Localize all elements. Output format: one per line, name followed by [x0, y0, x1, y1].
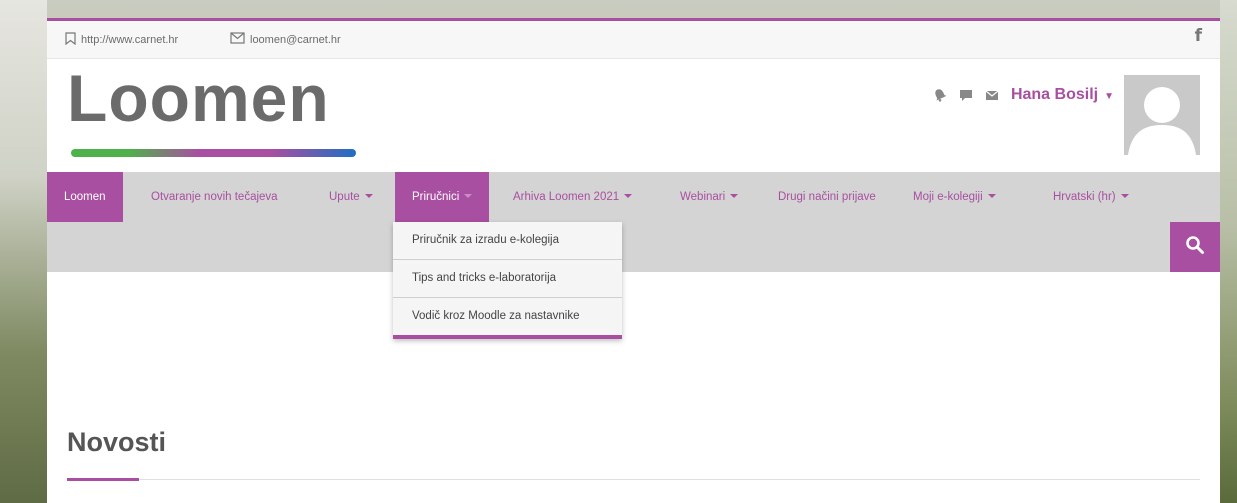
site-link[interactable]: http://www.carnet.hr [65, 32, 178, 48]
nav-item-label: Webinari [680, 191, 726, 203]
page-container: http://www.carnet.hr loomen@carnet.hr f … [47, 18, 1220, 503]
section-divider-accent [67, 478, 139, 481]
nav-item-loomen[interactable]: Loomen [47, 172, 123, 222]
nav-item-label: Priručnici [412, 191, 460, 203]
nav-item-prirucnici[interactable]: Priručnici [395, 172, 490, 222]
main-nav: Loomen Otvaranje novih tečajeva Upute Pr… [47, 172, 1220, 222]
nav-item-label: Moji e-kolegiji [913, 191, 983, 203]
background-right [1220, 0, 1237, 503]
nav-item-label: Upute [329, 191, 360, 203]
user-area: Hana Bosilj ▼ [933, 75, 1200, 157]
nav-item-label: Drugi načini prijave [778, 191, 876, 203]
email-text: loomen@carnet.hr [250, 33, 341, 46]
nav-item-label: Loomen [64, 191, 106, 203]
chevron-down-icon [730, 194, 739, 198]
nav-item-moji-e-kolegiji[interactable]: Moji e-kolegiji [896, 172, 1013, 222]
avatar[interactable] [1124, 75, 1200, 155]
email-link[interactable]: loomen@carnet.hr [230, 32, 341, 47]
nav-item-label: Otvaranje novih tečajeva [151, 191, 278, 203]
bookmark-icon [65, 32, 76, 48]
nav-item-upute[interactable]: Upute [312, 172, 390, 222]
site-logo[interactable]: Loomen [67, 65, 330, 131]
prirucnici-dropdown-menu: Priručnik za izradu e-kolegija Tips and … [393, 222, 622, 339]
chevron-down-icon [364, 194, 373, 198]
background-left [0, 0, 47, 503]
search-icon [1185, 235, 1205, 260]
dropdown-item-vodic-moodle[interactable]: Vodič kroz Moodle za nastavnike [393, 298, 622, 335]
facebook-icon[interactable]: f [1195, 26, 1202, 46]
chevron-down-icon [624, 194, 633, 198]
envelope-icon [230, 32, 245, 47]
site-url-text: http://www.carnet.hr [81, 34, 179, 46]
search-bar-row [47, 222, 1220, 272]
chevron-down-icon[interactable]: ▼ [1104, 91, 1114, 102]
dropdown-item-prirucnik[interactable]: Priručnik za izradu e-kolegija [393, 222, 622, 260]
bell-icon[interactable] [933, 88, 947, 102]
site-header: Loomen Hana Bosilj ▼ [47, 59, 1220, 172]
logo-color-bar [71, 149, 356, 157]
search-button[interactable] [1170, 222, 1220, 272]
dropdown-item-tips-and-tricks[interactable]: Tips and tricks e-laboratorija [393, 260, 622, 298]
envelope-icon[interactable] [985, 88, 999, 102]
chevron-down-icon [1120, 194, 1129, 198]
nav-item-label: Hrvatski (hr) [1053, 191, 1116, 203]
nav-item-drugi-nacini[interactable]: Drugi načini prijave [761, 172, 893, 222]
user-menu-name[interactable]: Hana Bosilj [1011, 86, 1098, 104]
nav-item-label: Arhiva Loomen 2021 [513, 191, 620, 203]
chevron-down-icon [987, 194, 996, 198]
comment-icon[interactable] [959, 88, 973, 102]
nav-item-language[interactable]: Hrvatski (hr) [1036, 172, 1146, 222]
section-title: Novosti [67, 427, 167, 457]
section-divider [67, 479, 1200, 480]
chevron-down-icon [464, 194, 473, 198]
nav-item-webinari[interactable]: Webinari [663, 172, 755, 222]
nav-item-arhiva[interactable]: Arhiva Loomen 2021 [496, 172, 649, 222]
info-bar: http://www.carnet.hr loomen@carnet.hr f [47, 21, 1220, 59]
nav-item-otvaranje[interactable]: Otvaranje novih tečajeva [134, 172, 295, 222]
